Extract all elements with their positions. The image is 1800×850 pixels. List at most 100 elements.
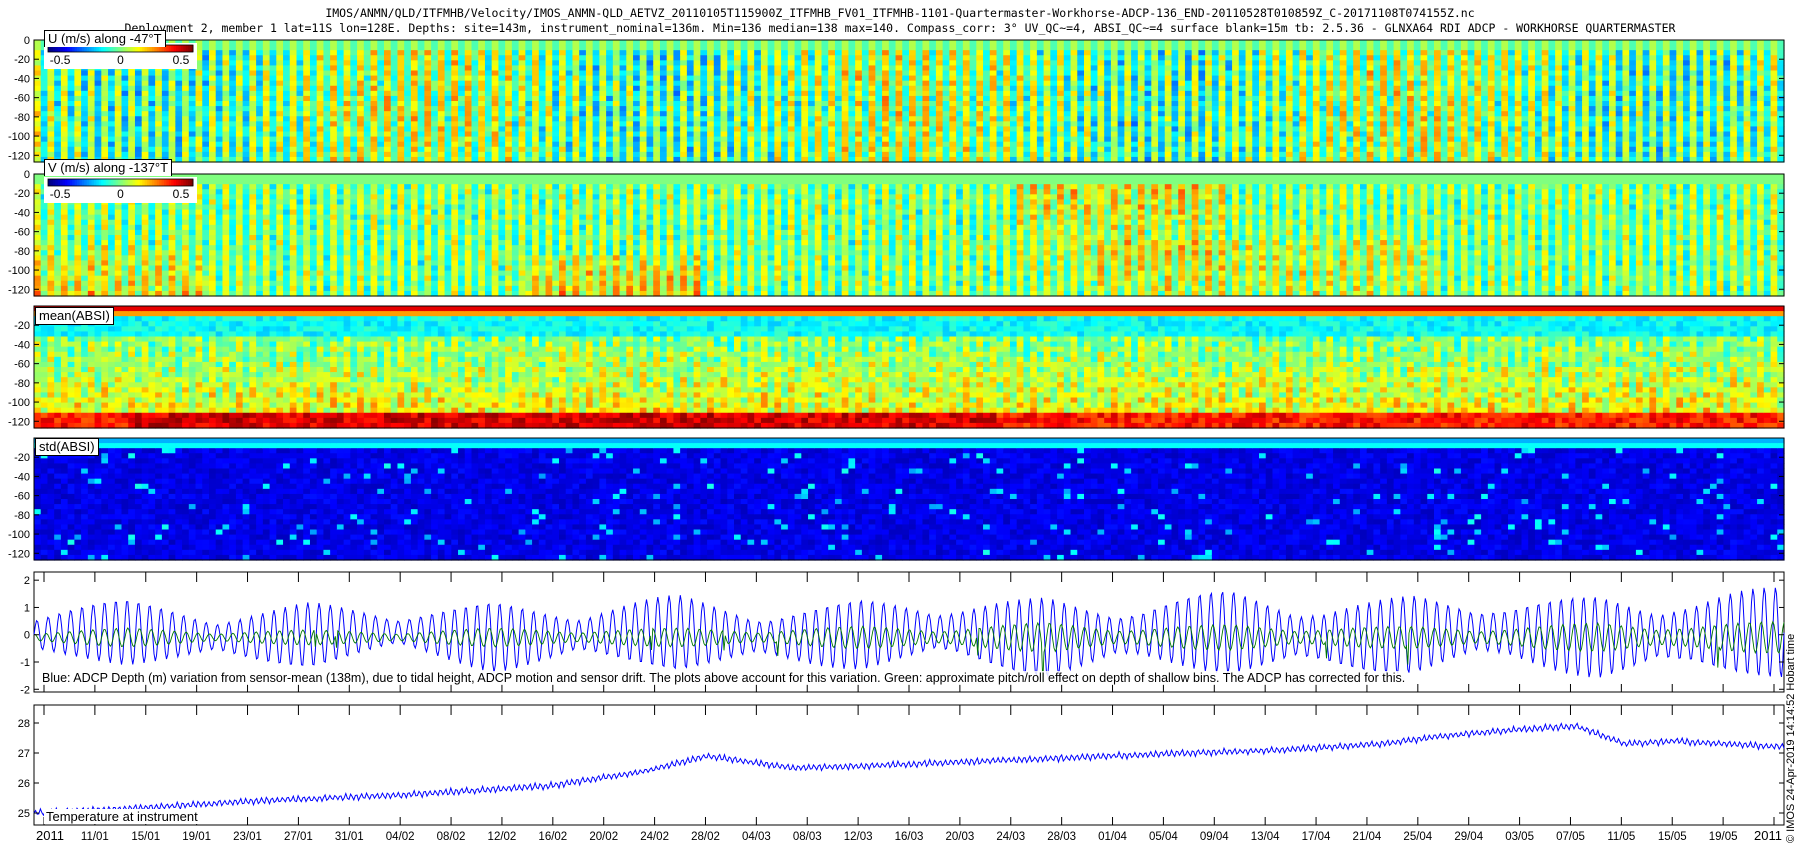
- u-panel-cell: [593, 91, 600, 97]
- u-panel-cell: [949, 60, 956, 66]
- u-panel-cell: [687, 65, 694, 71]
- u-panel-cell: [943, 65, 950, 71]
- u-panel-cell: [478, 96, 485, 102]
- u-panel-cell: [936, 65, 943, 71]
- u-panel-cell: [694, 50, 701, 56]
- u-panel-cell: [916, 76, 923, 82]
- u-panel-cell: [229, 101, 236, 107]
- u-panel-cell: [687, 40, 694, 46]
- u-panel-cell: [1017, 132, 1024, 138]
- u-panel-cell: [768, 55, 775, 61]
- u-panel-cell: [61, 137, 68, 143]
- u-panel-cell: [1225, 86, 1232, 92]
- u-panel-cell: [1138, 55, 1145, 61]
- u-panel-cell: [303, 50, 310, 56]
- u-panel-cell: [1097, 50, 1104, 56]
- u-panel-cell: [754, 126, 761, 132]
- u-panel-cell: [182, 137, 189, 143]
- u-panel-cell: [1212, 142, 1219, 148]
- u-panel-cell: [276, 60, 283, 66]
- u-panel-cell: [936, 55, 943, 61]
- u-panel-cell: [566, 76, 573, 82]
- u-panel-cell: [418, 121, 425, 127]
- u-panel-cell: [196, 111, 203, 117]
- u-panel-cell: [344, 121, 351, 127]
- u-panel-cell: [747, 137, 754, 143]
- u-panel-cell: [1050, 137, 1057, 143]
- u-panel-cell: [108, 76, 115, 82]
- u-panel-cell: [801, 111, 808, 117]
- u-panel-cell: [970, 111, 977, 117]
- u-panel-cell: [1097, 71, 1104, 77]
- u-panel-cell: [1373, 65, 1380, 71]
- u-panel-cell: [303, 40, 310, 46]
- u-panel-cell: [808, 60, 815, 66]
- u-panel-cell: [391, 116, 398, 122]
- u-panel-cell: [922, 45, 929, 51]
- u-panel-cell: [357, 76, 364, 82]
- u-panel-cell: [1050, 76, 1057, 82]
- u-panel-cell: [1104, 60, 1111, 66]
- u-panel-cell: [929, 132, 936, 138]
- u-panel-cell: [855, 50, 862, 56]
- u-panel-cell: [997, 147, 1004, 153]
- u-panel-cell: [1340, 91, 1347, 97]
- u-panel-cell: [700, 76, 707, 82]
- u-panel-cell: [586, 121, 593, 127]
- u-panel-cell: [1421, 45, 1428, 51]
- u-panel-cell: [249, 126, 256, 132]
- u-panel-cell: [1400, 60, 1407, 66]
- u-panel-cell: [559, 121, 566, 127]
- u-panel-cell: [1414, 45, 1421, 51]
- u-panel-cell: [781, 91, 788, 97]
- u-panel-cell: [209, 132, 216, 138]
- u-panel-cell: [586, 126, 593, 132]
- u-panel-cell: [323, 152, 330, 158]
- u-panel-cell: [81, 76, 88, 82]
- u-panel-cell: [108, 116, 115, 122]
- u-panel-cell: [175, 142, 182, 148]
- u-panel-cell: [626, 86, 633, 92]
- u-panel-cell: [1030, 152, 1037, 158]
- u-panel-cell: [68, 81, 75, 87]
- u-panel-cell: [707, 65, 714, 71]
- u-panel-cell: [1077, 147, 1084, 153]
- u-panel-cell: [1185, 81, 1192, 87]
- u-panel-cell: [936, 50, 943, 56]
- u-panel-cell: [1279, 132, 1286, 138]
- u-panel-cell: [822, 96, 829, 102]
- u-panel-cell: [1259, 91, 1266, 97]
- u-panel-cell: [727, 76, 734, 82]
- u-panel-cell: [1313, 40, 1320, 46]
- u-panel-cell: [1198, 106, 1205, 112]
- u-panel-cell: [263, 45, 270, 51]
- u-panel-cell: [1367, 137, 1374, 143]
- u-panel-cell: [1225, 152, 1232, 158]
- u-panel-cell: [451, 86, 458, 92]
- u-panel-cell: [41, 126, 48, 132]
- u-panel-cell: [88, 106, 95, 112]
- u-panel-cell: [781, 137, 788, 143]
- u-panel-cell: [761, 121, 768, 127]
- u-panel-cell: [61, 81, 68, 87]
- u-panel-cell: [781, 60, 788, 66]
- u-panel-cell: [270, 81, 277, 87]
- u-panel-cell: [1360, 45, 1367, 51]
- u-panel-cell: [1367, 116, 1374, 122]
- u-panel-cell: [667, 50, 674, 56]
- u-panel-cell: [391, 147, 398, 153]
- u-panel-cell: [727, 60, 734, 66]
- u-panel-cell: [1023, 40, 1030, 46]
- u-panel-cell: [916, 71, 923, 77]
- u-panel-cell: [317, 132, 324, 138]
- u-panel-cell: [1333, 91, 1340, 97]
- u-panel-cell: [330, 142, 337, 148]
- u-panel-cell: [788, 106, 795, 112]
- u-panel-cell: [344, 96, 351, 102]
- u-panel-cell: [465, 106, 472, 112]
- u-panel-cell: [357, 152, 364, 158]
- u-panel-cell: [687, 50, 694, 56]
- u-panel-cell: [1367, 101, 1374, 107]
- u-panel-cell: [983, 40, 990, 46]
- u-panel-cell: [1192, 60, 1199, 66]
